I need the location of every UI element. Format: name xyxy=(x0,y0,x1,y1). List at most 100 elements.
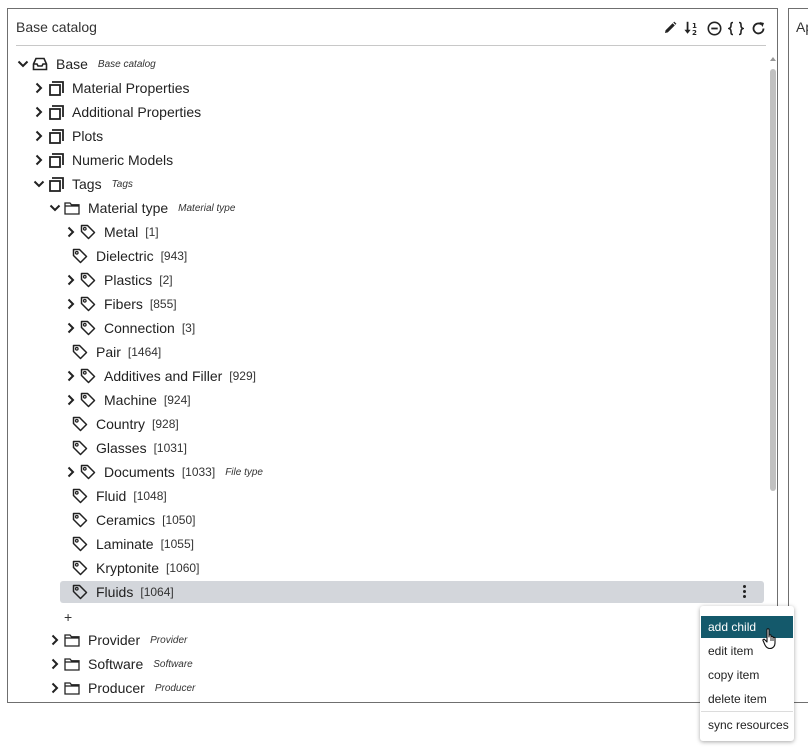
node-label: Fluids xyxy=(96,584,134,600)
collection-icon xyxy=(48,104,64,120)
node-count: [924] xyxy=(163,393,191,407)
tree-node-software[interactable]: Software Software xyxy=(48,653,193,675)
inbox-icon xyxy=(32,56,48,72)
adjacent-panel-title: Ap xyxy=(796,19,808,35)
tag-node-connection[interactable]: Connection [3] xyxy=(64,317,195,339)
node-label: Material Properties xyxy=(72,80,190,96)
tag-node-laminate[interactable]: Laminate [1055] xyxy=(72,533,194,555)
folder-icon xyxy=(64,656,80,672)
collection-icon xyxy=(48,128,64,144)
chevron-right-icon[interactable] xyxy=(32,105,46,119)
chevron-right-icon[interactable] xyxy=(64,321,78,335)
tree-node-base[interactable]: Base Base catalog xyxy=(16,53,156,75)
node-label: Material type xyxy=(88,200,169,216)
tag-icon xyxy=(80,296,96,312)
chevron-right-icon[interactable] xyxy=(32,153,46,167)
scroll-thumb[interactable] xyxy=(770,69,776,491)
pencil-icon[interactable] xyxy=(662,19,678,37)
node-count: [1060] xyxy=(166,561,200,575)
tree-node-provider[interactable]: Provider Provider xyxy=(48,629,187,651)
node-label: Tags xyxy=(72,176,102,192)
node-sublabel: File type xyxy=(225,466,263,478)
tree-node-material-properties[interactable]: Material Properties xyxy=(32,77,190,99)
chevron-right-icon[interactable] xyxy=(48,633,62,647)
node-count: [1055] xyxy=(160,537,194,551)
node-count: [855] xyxy=(149,297,177,311)
tag-node-ceramics[interactable]: Ceramics [1050] xyxy=(72,509,196,531)
svg-text:2: 2 xyxy=(692,28,697,36)
node-count: [1031] xyxy=(153,441,187,455)
node-label: Pair xyxy=(96,344,121,360)
tree-node-additional-properties[interactable]: Additional Properties xyxy=(32,101,201,123)
node-sublabel: Tags xyxy=(111,178,133,190)
node-label: Country xyxy=(96,416,146,432)
chevron-right-icon[interactable] xyxy=(64,465,78,479)
node-sublabel: Base catalog xyxy=(97,58,156,70)
menu-item-delete-item[interactable]: delete item xyxy=(701,688,793,710)
tree-node-producer[interactable]: Producer Producer xyxy=(48,677,195,699)
tag-node-plastics[interactable]: Plastics [2] xyxy=(64,269,173,291)
chevron-right-icon[interactable] xyxy=(64,225,78,239)
tag-icon xyxy=(80,464,96,480)
chevron-right-icon[interactable] xyxy=(48,681,62,695)
add-tag-button[interactable]: + xyxy=(64,609,72,625)
chevron-right-icon[interactable] xyxy=(32,129,46,143)
scroll-up-arrow[interactable] xyxy=(770,57,776,61)
node-sublabel: Producer xyxy=(154,682,196,694)
chevron-right-icon[interactable] xyxy=(32,81,46,95)
menu-item-copy-item[interactable]: copy item xyxy=(701,664,793,686)
node-label: Additional Properties xyxy=(72,104,202,120)
tag-icon xyxy=(72,488,88,504)
folder-icon xyxy=(64,680,80,696)
tag-icon xyxy=(80,224,96,240)
node-count: [1033] xyxy=(181,465,216,479)
tag-icon xyxy=(72,584,88,600)
node-count: [2] xyxy=(159,273,173,287)
tree-node-numeric-models[interactable]: Numeric Models xyxy=(32,149,173,171)
menu-item-sync-resources[interactable]: sync resources xyxy=(701,714,793,736)
node-label: Machine xyxy=(104,392,157,408)
node-label: Base xyxy=(56,56,88,72)
refresh-icon[interactable] xyxy=(750,19,766,37)
node-count: [1048] xyxy=(133,489,167,503)
sort-numeric-icon[interactable]: 12 xyxy=(684,19,700,37)
tag-node-fluid[interactable]: Fluid [1048] xyxy=(72,485,167,507)
tag-node-glasses[interactable]: Glasses [1031] xyxy=(72,437,187,459)
chevron-right-icon[interactable] xyxy=(64,369,78,383)
tag-node-documents[interactable]: Documents [1033] File type xyxy=(64,461,263,483)
chevron-right-icon[interactable] xyxy=(64,273,78,287)
node-count: [3] xyxy=(181,321,196,335)
collapse-circle-icon[interactable] xyxy=(706,19,722,37)
kebab-menu-icon[interactable] xyxy=(741,584,747,600)
tree-node-plots[interactable]: Plots xyxy=(32,125,103,147)
tag-node-kryptonite[interactable]: Kryptonite [1060] xyxy=(72,557,199,579)
node-label: Plastics xyxy=(104,272,153,288)
node-count: [1464] xyxy=(127,345,162,359)
tag-node-metal[interactable]: Metal [1] xyxy=(64,221,159,243)
chevron-down-icon[interactable] xyxy=(32,177,46,191)
tag-node-country[interactable]: Country [928] xyxy=(72,413,179,435)
tag-node-fluids[interactable]: Fluids [1064] xyxy=(60,581,764,603)
chevron-right-icon[interactable] xyxy=(64,297,78,311)
node-label: Documents xyxy=(104,464,175,480)
tree-node-tags[interactable]: Tags Tags xyxy=(32,173,133,195)
tag-node-dielectric[interactable]: Dielectric [943] xyxy=(72,245,187,267)
chevron-right-icon[interactable] xyxy=(48,657,62,671)
tree-node-material-type[interactable]: Material type Material type xyxy=(48,197,235,219)
chevron-down-icon[interactable] xyxy=(16,57,30,71)
node-label: Software xyxy=(88,656,144,672)
node-count: [928] xyxy=(152,417,179,431)
tag-node-pair[interactable]: Pair [1464] xyxy=(72,341,161,363)
tag-icon xyxy=(72,560,88,576)
node-label: Kryptonite xyxy=(96,560,160,576)
node-label: Plots xyxy=(72,128,104,144)
braces-icon[interactable] xyxy=(728,19,744,37)
tag-node-additives-and-filler[interactable]: Additives and Filler [929] xyxy=(64,365,256,387)
node-label: Laminate xyxy=(96,536,154,552)
menu-divider xyxy=(701,711,793,712)
chevron-right-icon[interactable] xyxy=(64,393,78,407)
tag-node-fibers[interactable]: Fibers [855] xyxy=(64,293,177,315)
tag-icon xyxy=(72,512,88,528)
chevron-down-icon[interactable] xyxy=(48,201,62,215)
tag-node-machine[interactable]: Machine [924] xyxy=(64,389,191,411)
